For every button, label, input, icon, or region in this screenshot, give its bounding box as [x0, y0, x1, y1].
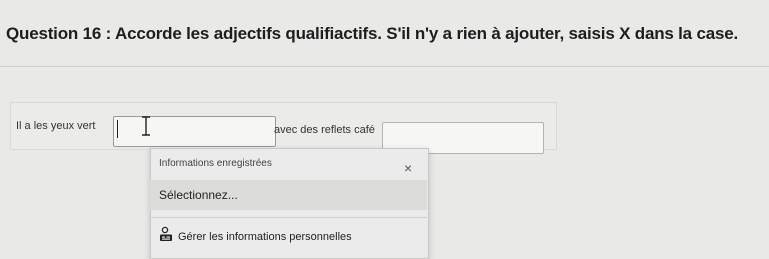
question-number: Question 16 :: [6, 24, 112, 43]
sentence-part-2: avec des reflets café: [274, 124, 375, 136]
divider: [0, 66, 769, 67]
person-id-icon: [160, 226, 172, 241]
manage-info-label: Gérer les informations personnelles: [178, 231, 352, 243]
autofill-separator: [150, 217, 427, 218]
autofill-header: Informations enregistrées: [159, 158, 272, 169]
close-icon[interactable]: ×: [404, 161, 412, 175]
sentence-part-1: Il a les yeux vert: [16, 120, 96, 132]
autofill-option-label: Sélectionnez...: [159, 188, 238, 202]
text-caret: [117, 120, 118, 138]
question-instruction: Accorde les adjectifs qualifiactifs. S'i…: [115, 24, 738, 43]
answer-field-1[interactable]: [113, 116, 276, 147]
ibeam-cursor-icon: [142, 116, 150, 136]
manage-info-button[interactable]: Gérer les informations personnelles: [159, 224, 399, 248]
question-title: Question 16 : Accorde les adjectifs qual…: [6, 24, 738, 44]
